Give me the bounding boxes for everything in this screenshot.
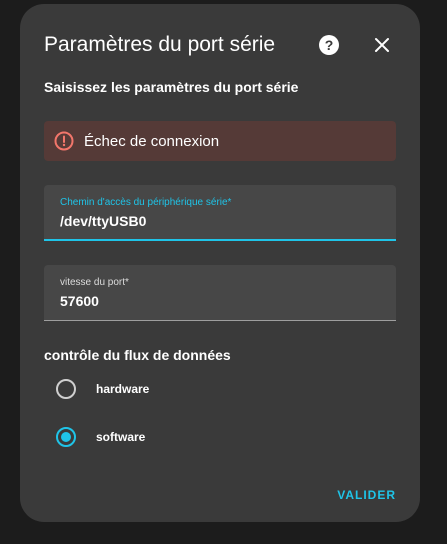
connection-error-alert: Échec de connexion (44, 121, 396, 161)
dialog-title: Paramètres du port série (44, 33, 276, 56)
port-speed-input[interactable]: 57600 (60, 293, 380, 309)
hardware-radio[interactable] (56, 379, 76, 399)
software-label: software (96, 430, 146, 444)
device-path-field[interactable]: Chemin d'accès du périphérique série* /d… (44, 185, 396, 241)
close-icon[interactable] (368, 31, 396, 59)
software-radio[interactable] (56, 427, 76, 447)
serial-port-dialog: Paramètres du port série ? Saisissez les… (20, 4, 420, 522)
hardware-label: hardware (96, 382, 150, 396)
alert-text: Échec de connexion (84, 132, 220, 150)
dialog-header: Paramètres du port série ? (44, 29, 396, 61)
svg-text:?: ? (325, 37, 334, 53)
port-speed-label: vitesse du port* (60, 277, 129, 288)
alert-circle-outline-icon (54, 131, 74, 151)
dialog-subtitle: Saisissez les paramètres du port série (44, 79, 299, 95)
port-speed-field[interactable]: vitesse du port* 57600 (44, 265, 396, 321)
flow-control-option-software[interactable]: software (56, 427, 145, 447)
flow-control-title: contrôle du flux de données (44, 347, 231, 363)
device-path-label: Chemin d'accès du périphérique série* (60, 197, 232, 208)
device-path-input[interactable]: /dev/ttyUSB0 (60, 213, 380, 229)
flow-control-option-hardware[interactable]: hardware (56, 379, 149, 399)
help-circle-icon[interactable]: ? (315, 31, 343, 59)
submit-button[interactable]: VALIDER (337, 488, 396, 502)
